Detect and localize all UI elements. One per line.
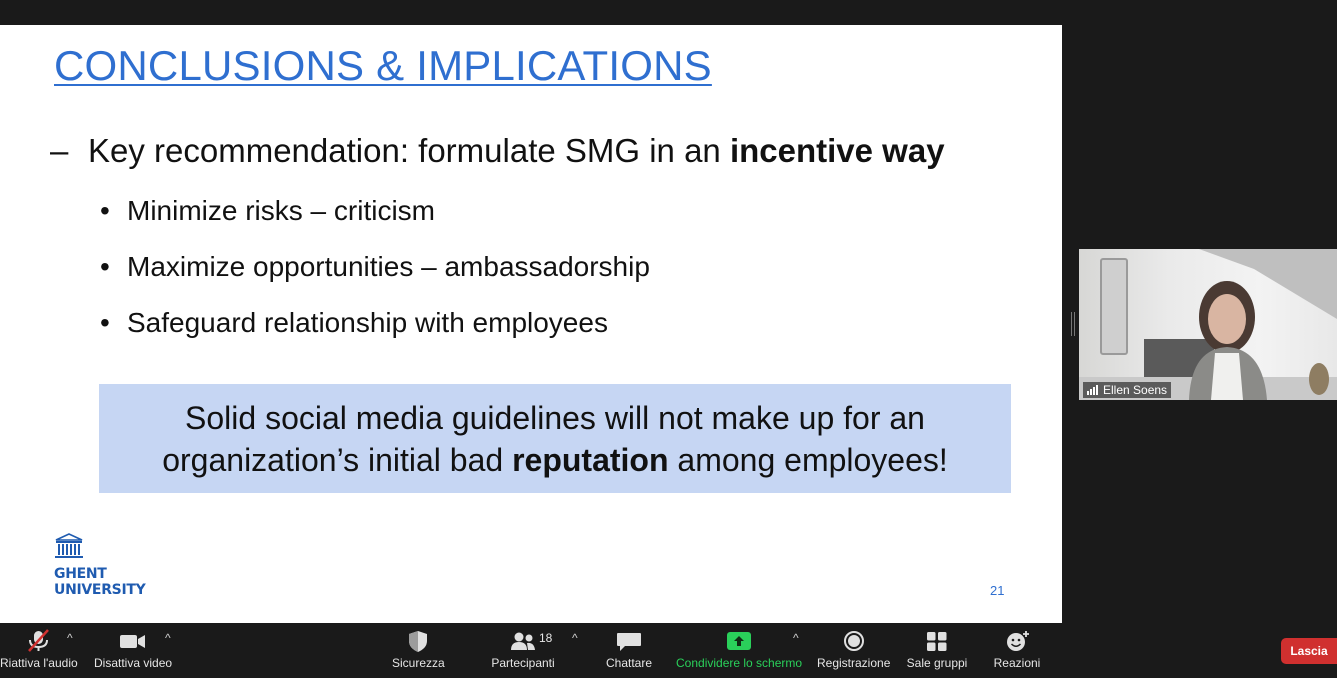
shared-slide: CONCLUSIONS & IMPLICATIONS – Key recommen… xyxy=(0,25,1062,623)
chat-bubble-icon xyxy=(617,633,642,651)
dash-bullet: – xyxy=(50,132,69,169)
unmute-label: Riattiva l'audio xyxy=(0,656,78,670)
muted-microphone-icon xyxy=(27,629,49,652)
main-point: – Key recommendation: formulate SMG in an… xyxy=(50,132,945,170)
record-label: Registrazione xyxy=(817,656,891,670)
stop-video-label: Disattiva video xyxy=(94,656,173,670)
share-options-caret[interactable]: ^ xyxy=(793,631,799,645)
participant-name: Ellen Soens xyxy=(1103,383,1168,397)
slide-number: 21 xyxy=(990,583,1005,598)
reactions-emoji-icon xyxy=(1007,631,1029,651)
participants-count: 18 xyxy=(539,631,553,645)
share-screen-label: Condividere lo schermo xyxy=(676,656,803,670)
participants-label: Partecipanti xyxy=(491,656,555,670)
shield-icon xyxy=(409,631,428,652)
participant-name-label: Ellen Soens xyxy=(1083,382,1172,398)
slide-title: CONCLUSIONS & IMPLICATIONS xyxy=(54,42,712,89)
main-point-text: Key recommendation: formulate SMG in an xyxy=(88,132,730,169)
bullet: • xyxy=(100,195,110,226)
sub-point-text: Safeguard relationship with employees xyxy=(127,307,608,338)
logo-line-2: UNIVERSITY xyxy=(54,582,146,598)
breakout-rooms-label: Sale gruppi xyxy=(906,656,968,670)
video-camera-icon xyxy=(120,635,146,648)
sub-point: • Maximize opportunities – ambassadorship xyxy=(100,251,650,307)
sub-point-list: • Minimize risks – criticism • Maximize op… xyxy=(100,195,650,363)
sub-point: • Minimize risks – criticism xyxy=(100,195,650,251)
video-feed xyxy=(1079,249,1337,400)
audio-options-caret[interactable]: ^ xyxy=(67,631,73,645)
reactions-label: Reazioni xyxy=(993,656,1041,670)
video-options-caret[interactable]: ^ xyxy=(165,631,171,645)
security-button[interactable]: Sicurezza xyxy=(392,629,445,670)
breakout-rooms-icon xyxy=(927,632,947,651)
logo-text: GHENT UNIVERSITY xyxy=(54,566,146,598)
sub-point-text: Minimize risks – criticism xyxy=(127,195,435,226)
share-screen-icon xyxy=(727,632,752,650)
stop-video-button[interactable]: Disattiva video xyxy=(94,629,172,670)
bullet: • xyxy=(100,307,110,338)
main-point-bold: incentive way xyxy=(729,132,945,169)
logo-line-1: GHENT xyxy=(54,566,107,582)
chat-button[interactable]: Chattare xyxy=(606,629,652,670)
security-label: Sicurezza xyxy=(392,656,445,670)
callout-box: Solid social media guidelines will not m… xyxy=(99,384,1011,493)
callout-bold: reputation xyxy=(512,442,669,478)
participant-video-tile[interactable]: Ellen Soens xyxy=(1079,249,1337,400)
reactions-button[interactable]: Reazioni xyxy=(993,629,1041,670)
callout-line-1: Solid social media guidelines will not m… xyxy=(185,400,925,436)
callout-line-2: organization’s initial bad reputation am… xyxy=(99,439,1011,481)
callout-text: organization’s initial bad xyxy=(162,442,513,478)
record-button[interactable]: Registrazione xyxy=(817,629,890,670)
callout-text: among employees! xyxy=(668,442,948,478)
leave-meeting-button[interactable]: Lascia xyxy=(1281,638,1337,664)
panel-resize-handle[interactable] xyxy=(1071,312,1075,336)
chat-label: Chattare xyxy=(606,656,653,670)
share-screen-button[interactable]: Condividere lo schermo xyxy=(676,629,802,670)
signal-strength-icon xyxy=(1087,385,1098,395)
participants-options-caret[interactable]: ^ xyxy=(572,631,578,645)
breakout-rooms-button[interactable]: Sale gruppi xyxy=(906,629,968,670)
meeting-toolbar: Riattiva l'audio ^ Disattiva video ^ Sic… xyxy=(0,623,1337,678)
record-icon xyxy=(843,631,864,651)
sub-point: • Safeguard relationship with employees xyxy=(100,307,650,363)
window-top-bar xyxy=(0,0,1337,25)
sub-point-text: Maximize opportunities – ambassadorship xyxy=(127,251,650,282)
bullet: • xyxy=(100,251,110,282)
